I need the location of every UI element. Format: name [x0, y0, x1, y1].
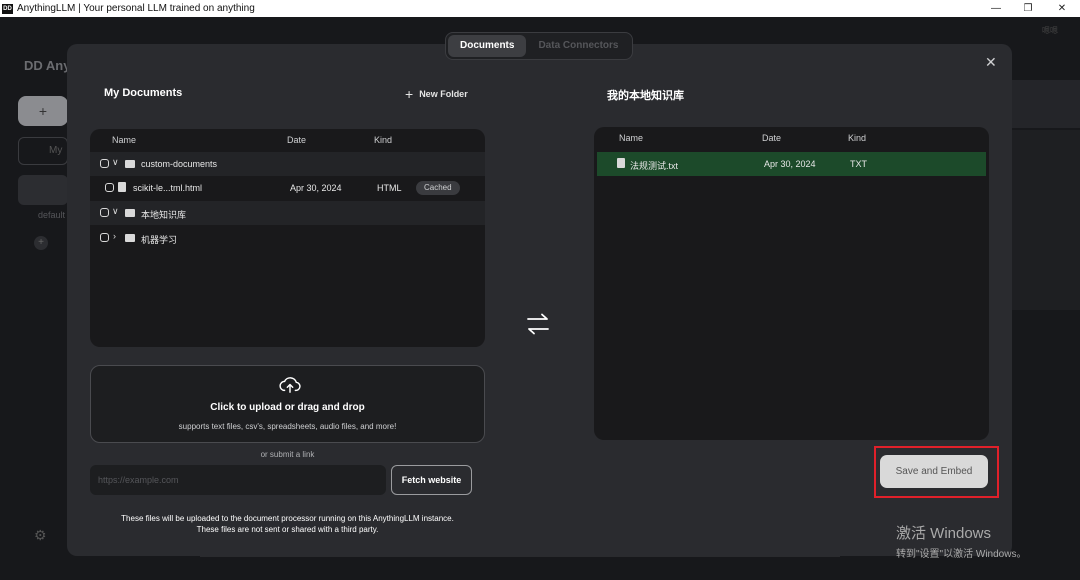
column-date[interactable]: Date — [287, 135, 306, 145]
file-date: Apr 30, 2024 — [290, 183, 342, 193]
background-new-workspace-button[interactable]: + — [18, 96, 68, 126]
folder-icon — [125, 209, 135, 217]
url-input[interactable] — [90, 465, 386, 495]
chevron-down-icon[interactable]: ∨ — [112, 206, 119, 217]
column-name[interactable]: Name — [112, 135, 136, 145]
workspace-documents-title: 我的本地知识库 — [607, 90, 684, 102]
cloud-upload-icon — [279, 377, 301, 393]
background-top-right-text: 嗯嗯 — [1042, 26, 1058, 35]
background-workspace-item[interactable] — [18, 175, 68, 205]
file-row-scikit[interactable]: scikit-le...tml.html Apr 30, 2024 HTML C… — [90, 176, 485, 200]
column-date[interactable]: Date — [762, 133, 781, 143]
cached-badge: Cached — [416, 181, 460, 195]
background-search[interactable]: My — [18, 137, 68, 165]
minimize-button[interactable]: — — [986, 0, 1006, 17]
disclaimer-line-2: These files are not sent or shared with … — [196, 525, 379, 534]
file-name: 法规测试.txt — [630, 161, 679, 171]
disclaimer-line-1: These files will be uploaded to the docu… — [121, 514, 454, 523]
new-folder-button[interactable]: + New Folder — [405, 86, 468, 102]
chevron-down-icon[interactable]: ∨ — [112, 157, 119, 168]
folder-row-custom-documents[interactable]: ∨ custom-documents — [90, 152, 485, 176]
row-checkbox[interactable] — [105, 183, 114, 192]
tab-data-connectors[interactable]: Data Connectors — [526, 35, 630, 57]
folder-name: 本地知识库 — [141, 210, 187, 220]
file-icon — [118, 182, 126, 192]
upload-dropzone[interactable]: Click to upload or drag and drop support… — [90, 365, 485, 443]
close-icon[interactable]: ✕ — [985, 54, 997, 71]
row-checkbox[interactable] — [100, 233, 109, 242]
app-logo-icon: DD — [2, 3, 13, 14]
background-workspace-label: default — [38, 210, 66, 220]
or-submit-link-text: or submit a link — [260, 450, 315, 459]
upload-main-text: Click to upload or drag and drop — [210, 402, 365, 413]
background-bottom-bar — [200, 556, 840, 580]
tab-documents[interactable]: Documents — [448, 35, 527, 57]
new-folder-label: New Folder — [419, 89, 468, 99]
chevron-right-icon[interactable]: › — [113, 231, 116, 241]
modal-tabs: Documents Data Connectors — [445, 32, 633, 60]
save-and-embed-button[interactable]: Save and Embed — [880, 455, 988, 488]
document-manager-modal: ✕ My Documents + New Folder Name Date Ki… — [67, 44, 1012, 556]
window-close-button[interactable]: ✕ — [1052, 0, 1072, 17]
workspace-documents-list: Name Date Kind 法规测试.txt Apr 30, 2024 TXT — [594, 127, 989, 440]
background-brand: DD Any — [24, 58, 71, 73]
upload-sub-text: supports text files, csv's, spreadsheets… — [178, 422, 397, 431]
table-header: Name Date Kind — [594, 127, 989, 149]
folder-icon — [125, 234, 135, 242]
workspace-file-row[interactable]: 法规测试.txt Apr 30, 2024 TXT — [597, 152, 986, 176]
column-name[interactable]: Name — [619, 133, 643, 143]
maximize-button[interactable]: ❐ — [1018, 0, 1038, 17]
background-right-panel-lower — [1012, 130, 1080, 310]
row-checkbox[interactable] — [100, 159, 109, 168]
background-right-panel — [1012, 80, 1080, 128]
window-title: AnythingLLM | Your personal LLM trained … — [17, 3, 255, 14]
my-documents-title: My Documents — [104, 87, 183, 99]
file-kind: TXT — [850, 159, 867, 169]
column-kind[interactable]: Kind — [848, 133, 866, 143]
table-header: Name Date Kind — [90, 129, 485, 151]
row-checkbox[interactable] — [100, 208, 109, 217]
file-date: Apr 30, 2024 — [764, 159, 816, 169]
disclaimer: These files will be uploaded to the docu… — [90, 513, 485, 535]
swap-arrows-icon — [527, 313, 549, 335]
fetch-website-button[interactable]: Fetch website — [391, 465, 472, 495]
activation-line-1: 激活 Windows — [896, 525, 992, 542]
windows-activation-watermark: 激活 Windows 转到"设置"以激活 Windows。 — [896, 522, 1026, 560]
file-kind: HTML — [377, 183, 402, 193]
window-title-bar: DD AnythingLLM | Your personal LLM train… — [0, 0, 1080, 17]
folder-name: 机器学习 — [141, 235, 178, 245]
activation-line-2: 转到"设置"以激活 Windows。 — [896, 549, 1027, 560]
folder-row-ml[interactable]: › 机器学习 — [90, 226, 485, 250]
folder-name: custom-documents — [141, 159, 218, 169]
column-kind[interactable]: Kind — [374, 135, 392, 145]
background-settings-icon[interactable]: ⚙ — [34, 527, 47, 544]
file-icon — [617, 158, 625, 168]
background-plus-icon[interactable]: + — [34, 236, 48, 250]
my-documents-list: Name Date Kind ∨ custom-documents scikit… — [90, 129, 485, 347]
folder-icon — [125, 160, 135, 168]
folder-row-local-kb[interactable]: ∨ 本地知识库 — [90, 201, 485, 225]
plus-icon: + — [405, 86, 414, 102]
file-name: scikit-le...tml.html — [133, 183, 203, 193]
